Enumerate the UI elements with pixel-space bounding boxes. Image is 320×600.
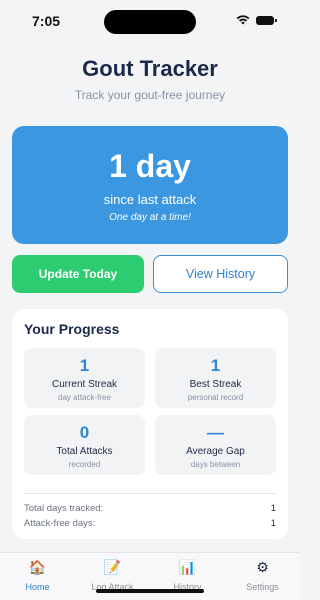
stat-total-attacks: 0 Total Attacks recorded <box>24 415 145 475</box>
tab-label: Settings <box>246 582 279 592</box>
summary-row-attack-free: Attack-free days: 1 <box>24 518 276 529</box>
stat-label: Current Streak <box>51 379 118 390</box>
status-bar: 7:05 <box>0 0 300 40</box>
stat-best-streak: 1 Best Streak personal record <box>155 348 276 408</box>
update-today-button[interactable]: Update Today <box>12 255 144 293</box>
tab-home[interactable]: 🏠 Home <box>0 553 75 600</box>
stat-current-streak: 1 Current Streak day attack-free <box>24 348 145 408</box>
progress-title: Your Progress <box>24 321 120 337</box>
view-history-button[interactable]: View History <box>153 255 288 293</box>
wifi-icon <box>236 15 250 25</box>
chart-icon: 📊 <box>178 560 197 576</box>
stat-value: 1 <box>210 356 221 375</box>
motto-text: One day at a time! <box>109 212 191 223</box>
summary-label: Attack-free days: <box>24 518 96 529</box>
stat-value: 1 <box>79 356 90 375</box>
stat-sublabel: days between <box>190 460 241 469</box>
stat-average-gap: — Average Gap days between <box>155 415 276 475</box>
stat-sublabel: recorded <box>68 460 101 469</box>
battery-icon <box>256 15 277 25</box>
progress-card: Your Progress 1 Current Streak day attac… <box>12 309 288 539</box>
stat-sublabel: personal record <box>187 393 244 402</box>
streak-hero-card: 1 day since last attack One day at a tim… <box>12 126 288 244</box>
days-since-label: since last attack <box>103 192 197 207</box>
gear-icon: ⚙ <box>256 560 269 576</box>
summary-row-total-days: Total days tracked: 1 <box>24 503 276 514</box>
tab-settings[interactable]: ⚙ Settings <box>225 553 300 600</box>
page-subtitle: Track your gout-free journey <box>74 88 226 102</box>
stat-label: Total Attacks <box>56 446 113 457</box>
summary-divider <box>24 493 276 494</box>
stat-sublabel: day attack-free <box>58 393 111 402</box>
tab-label: Home <box>25 582 50 592</box>
days-since-value: 1 day <box>109 148 191 184</box>
stat-label: Best Streak <box>189 379 242 390</box>
stat-value: 0 <box>79 423 90 442</box>
stat-label: Average Gap <box>186 446 245 457</box>
page-title: Gout Tracker <box>82 56 218 81</box>
home-indicator <box>96 589 204 593</box>
summary-label: Total days tracked: <box>24 503 104 514</box>
memo-icon: 📝 <box>103 560 122 576</box>
house-icon: 🏠 <box>28 560 47 576</box>
summary-value: 1 <box>270 518 276 529</box>
summary-value: 1 <box>270 503 276 514</box>
dynamic-island <box>104 10 196 34</box>
status-time: 7:05 <box>32 13 61 29</box>
status-icons <box>236 15 277 25</box>
stat-value: — <box>207 423 224 442</box>
app-screen: 7:05 Gout Tracker Track your gout-free j… <box>0 0 300 600</box>
